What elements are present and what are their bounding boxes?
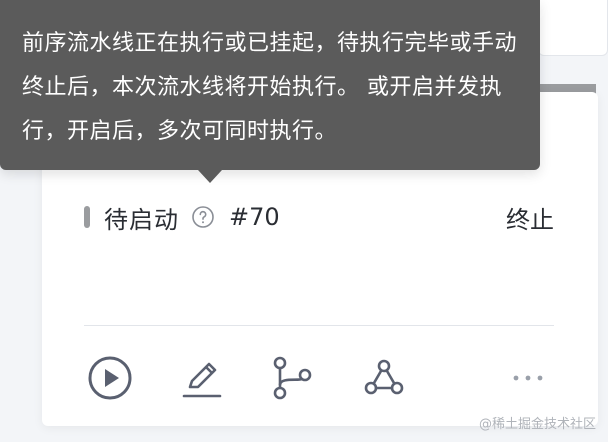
tooltip: 前序流水线正在执行或已挂起，待执行完毕或手动终止后，本次流水线将开始执行。 或开…: [0, 0, 540, 170]
pencil-icon[interactable]: [178, 354, 226, 402]
webhook-icon[interactable]: [360, 354, 408, 402]
watermark: @稀土掘金技术社区: [478, 417, 596, 432]
help-circle-icon[interactable]: [191, 205, 215, 229]
tooltip-arrow: [198, 170, 222, 183]
background-card: [538, 0, 608, 56]
more-horizontal-icon[interactable]: [504, 358, 552, 398]
status-label: 待启动: [104, 205, 179, 234]
play-circle-icon[interactable]: [86, 354, 134, 402]
run-number: #70: [229, 203, 280, 231]
git-branch-icon[interactable]: [268, 354, 316, 402]
status-indicator: [84, 206, 90, 228]
status-row: 待启动 #70 终止: [84, 200, 554, 235]
divider: [84, 325, 554, 326]
tooltip-text: 前序流水线正在执行或已挂起，待执行完毕或手动终止后，本次流水线将开始执行。 或开…: [22, 31, 518, 144]
terminate-button[interactable]: 终止: [506, 200, 554, 235]
